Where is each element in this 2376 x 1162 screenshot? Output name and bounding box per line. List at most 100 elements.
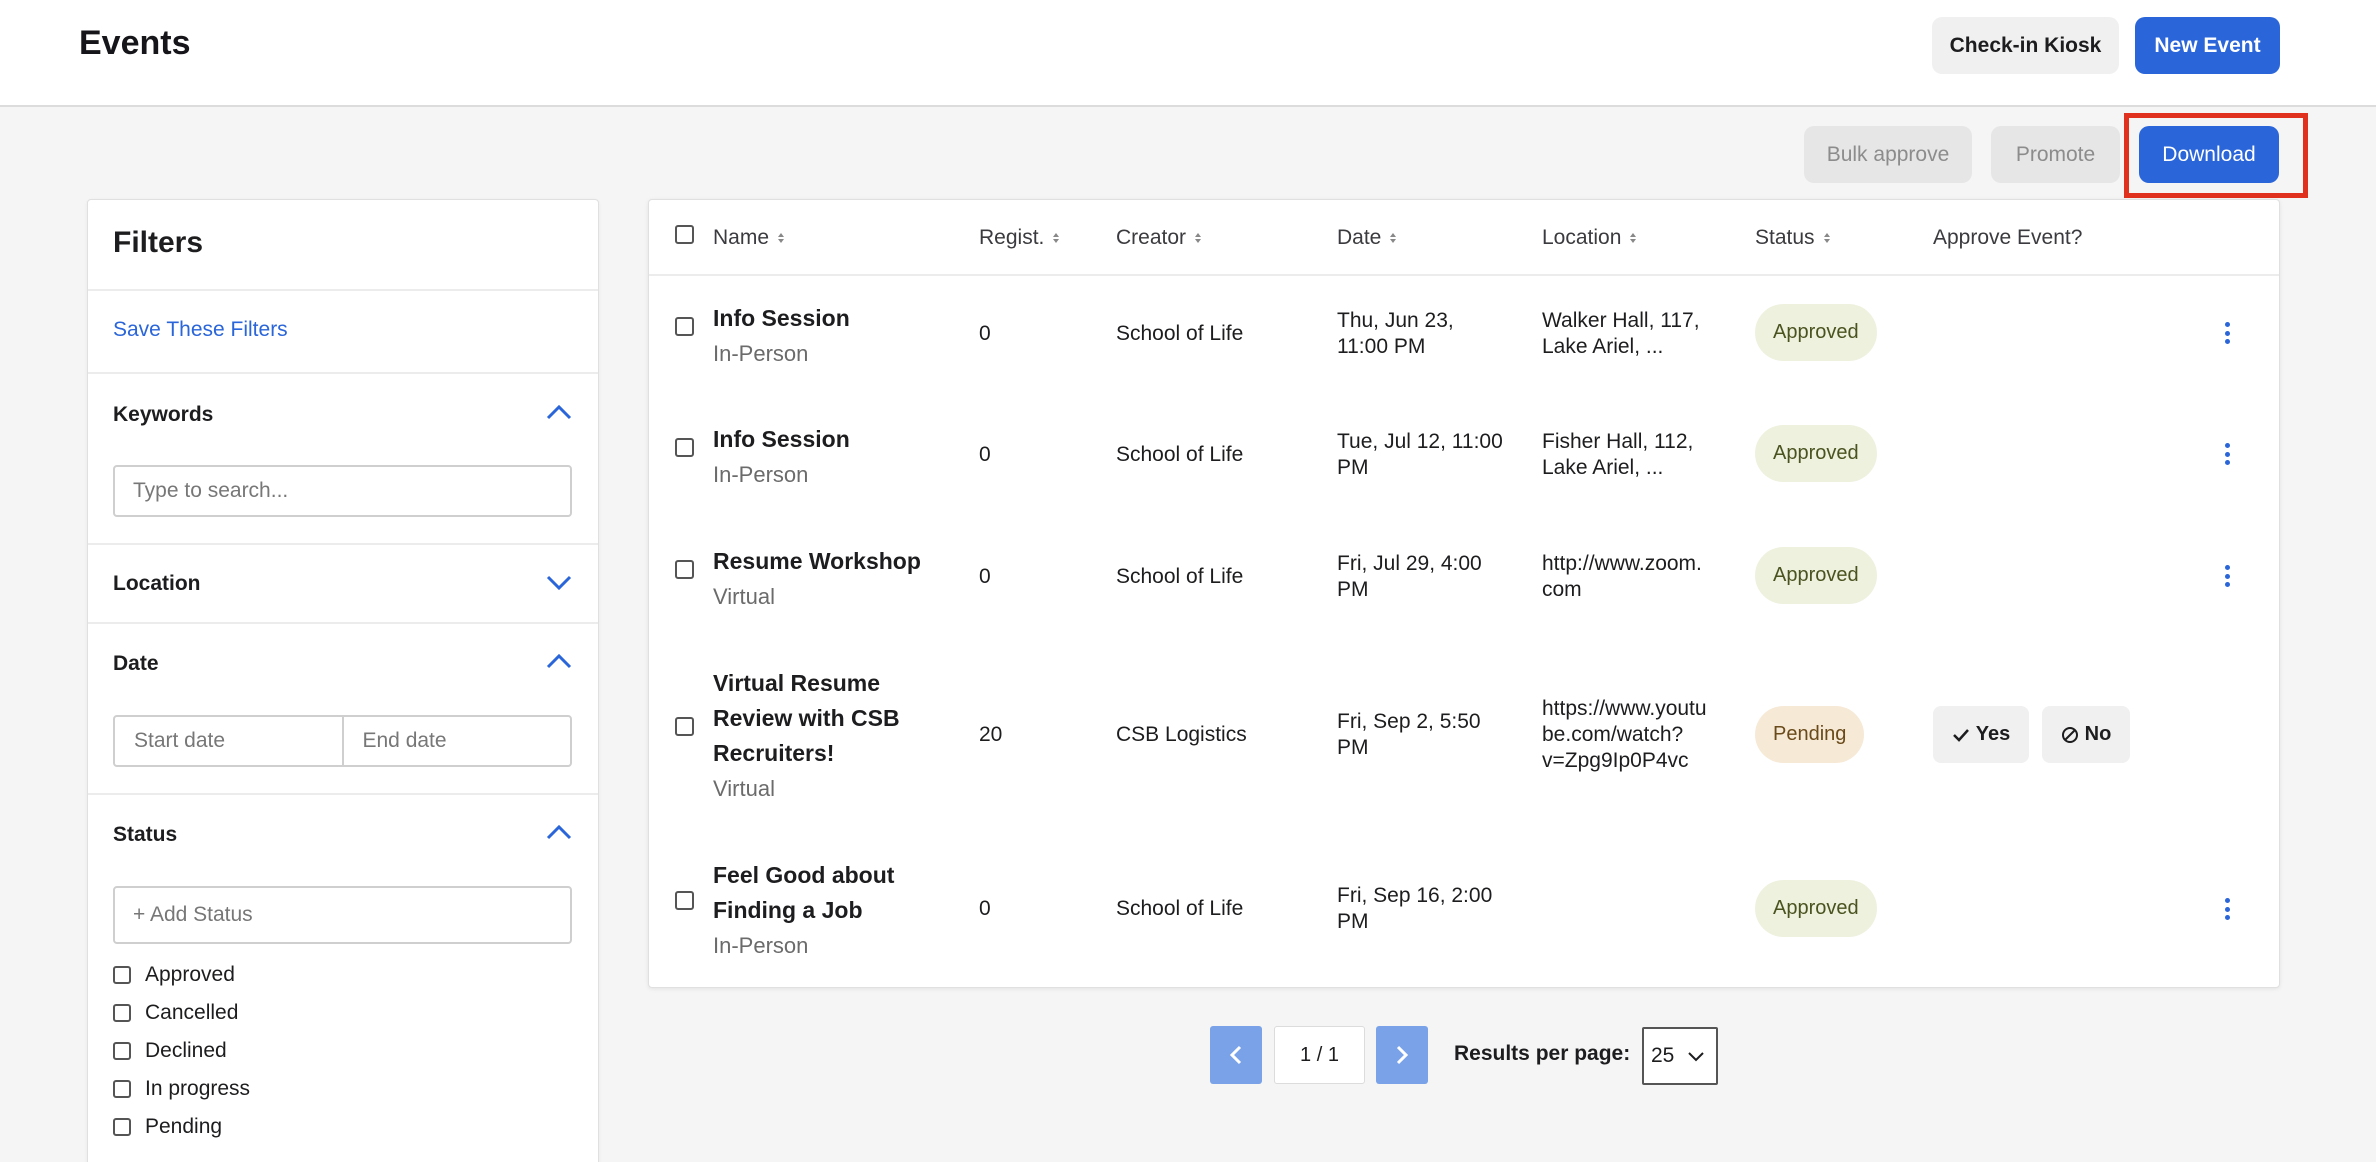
event-name[interactable]: Finding a Job (713, 893, 894, 928)
checkbox[interactable] (113, 1118, 131, 1136)
chevron-left-icon (1229, 1045, 1242, 1065)
event-type: In-Person (713, 933, 809, 958)
bulk-approve-button[interactable]: Bulk approve (1804, 126, 1972, 183)
status-option-pending[interactable]: Pending (113, 1115, 222, 1139)
date-line: Fri, Sep 16, 2:00 (1337, 884, 1493, 907)
promote-button[interactable]: Promote (1991, 126, 2120, 183)
location-line: https://www.youtu (1542, 697, 1707, 720)
checkbox[interactable] (113, 1004, 131, 1022)
event-date: Tue, Jul 12, 11:00 PM (1337, 429, 1503, 481)
event-name-cell[interactable]: Info Session In-Person (713, 301, 850, 371)
chevron-down-icon[interactable] (546, 574, 572, 592)
registered-count: 0 (979, 565, 991, 588)
check-in-kiosk-button[interactable]: Check-in Kiosk (1932, 17, 2119, 74)
registered-count: 0 (979, 322, 991, 345)
event-date: Fri, Sep 2, 5:50 PM (1337, 709, 1481, 761)
event-location: https://www.youtu be.com/watch? v=Zpg9Ip… (1542, 696, 1707, 774)
divider (88, 543, 598, 545)
event-name-cell[interactable]: Virtual Resume Review with CSB Recruiter… (713, 666, 900, 806)
column-header-approve: Approve Event? (1933, 226, 2082, 250)
add-status-input[interactable] (113, 886, 572, 944)
checkbox[interactable] (113, 1042, 131, 1060)
results-per-page-select[interactable]: 25 (1642, 1027, 1718, 1085)
column-header-name[interactable]: Name (713, 226, 785, 250)
row-checkbox[interactable] (675, 438, 694, 457)
approve-no-button[interactable]: No (2042, 706, 2130, 763)
chevron-up-icon[interactable] (546, 403, 572, 421)
column-header-registered[interactable]: Regist. (979, 226, 1060, 250)
sort-icon (1630, 233, 1637, 243)
location-line: be.com/watch? (1542, 723, 1684, 746)
date-line: PM (1337, 910, 1369, 933)
more-vertical-icon[interactable] (2222, 322, 2232, 344)
event-name[interactable]: Virtual Resume (713, 666, 900, 701)
location-line: Fisher Hall, 112, (1542, 430, 1694, 453)
sort-icon (1823, 233, 1830, 243)
events-table: Name Regist. Creator Date Location Statu… (648, 199, 2280, 988)
start-date-input[interactable] (115, 717, 342, 765)
divider (88, 289, 598, 291)
select-all-checkbox[interactable] (675, 225, 694, 244)
column-header-status[interactable]: Status (1755, 226, 1830, 250)
column-header-date[interactable]: Date (1337, 226, 1397, 250)
column-header-label: Location (1542, 226, 1622, 249)
location-line: Walker Hall, 117, (1542, 309, 1700, 332)
date-line: Fri, Jul 29, 4:00 (1337, 552, 1482, 575)
approve-yes-button[interactable]: Yes (1933, 706, 2029, 763)
new-event-button[interactable]: New Event (2135, 17, 2280, 74)
creator: School of Life (1116, 443, 1244, 466)
status-label: Status (113, 823, 178, 846)
event-name[interactable]: Resume Workshop (713, 544, 921, 579)
save-filters-link[interactable]: Save These Filters (113, 318, 288, 342)
status-option-label: In progress (145, 1077, 251, 1100)
chevron-up-icon[interactable] (546, 823, 572, 841)
chevron-up-icon[interactable] (546, 652, 572, 670)
event-name[interactable]: Feel Good about (713, 858, 894, 893)
checkbox[interactable] (113, 1080, 131, 1098)
column-header-creator[interactable]: Creator (1116, 226, 1202, 250)
end-date-input[interactable] (343, 717, 570, 765)
location-label: Location (113, 572, 201, 595)
filters-panel: Filters Save These Filters Keywords Loca… (87, 199, 599, 1162)
check-icon (1952, 728, 1969, 742)
more-vertical-icon[interactable] (2222, 443, 2232, 465)
previous-page-button[interactable] (1210, 1026, 1262, 1084)
event-date: Fri, Jul 29, 4:00 PM (1337, 551, 1482, 603)
location-line: Lake Ariel, ... (1542, 456, 1664, 479)
event-name[interactable]: Review with CSB (713, 701, 900, 736)
event-name[interactable]: Info Session (713, 301, 850, 336)
event-name-cell[interactable]: Feel Good about Finding a Job In-Person (713, 858, 894, 963)
row-checkbox[interactable] (675, 717, 694, 736)
status-option-in-progress[interactable]: In progress (113, 1077, 250, 1101)
event-name-cell[interactable]: Resume Workshop Virtual (713, 544, 921, 614)
more-vertical-icon[interactable] (2222, 565, 2232, 587)
event-name[interactable]: Recruiters! (713, 736, 900, 771)
location-line: Lake Ariel, ... (1542, 335, 1664, 358)
status-option-cancelled[interactable]: Cancelled (113, 1001, 238, 1025)
row-checkbox[interactable] (675, 560, 694, 579)
column-header-label: Approve Event? (1933, 226, 2083, 249)
row-checkbox[interactable] (675, 317, 694, 336)
creator: School of Life (1116, 322, 1244, 345)
sort-icon (1390, 233, 1397, 243)
approve-no-label: No (2084, 723, 2112, 745)
event-name-cell[interactable]: Info Session In-Person (713, 422, 850, 492)
row-checkbox[interactable] (675, 891, 694, 910)
status-option-label: Declined (145, 1039, 227, 1062)
keywords-search-input[interactable] (113, 465, 572, 517)
event-date: Thu, Jun 23, 11:00 PM (1337, 308, 1454, 360)
event-name[interactable]: Info Session (713, 422, 850, 457)
column-header-label: Creator (1116, 226, 1187, 249)
date-range-field (113, 715, 572, 767)
date-line: Fri, Sep 2, 5:50 (1337, 710, 1481, 733)
status-option-label: Approved (145, 963, 235, 986)
status-option-approved[interactable]: Approved (113, 963, 235, 987)
checkbox[interactable] (113, 966, 131, 984)
column-header-location[interactable]: Location (1542, 226, 1637, 250)
more-vertical-icon[interactable] (2222, 898, 2232, 920)
page-title: Events (79, 24, 191, 62)
approve-yes-label: Yes (1975, 723, 2011, 745)
status-option-declined[interactable]: Declined (113, 1039, 227, 1063)
next-page-button[interactable] (1376, 1026, 1428, 1084)
event-date: Fri, Sep 16, 2:00 PM (1337, 883, 1492, 935)
